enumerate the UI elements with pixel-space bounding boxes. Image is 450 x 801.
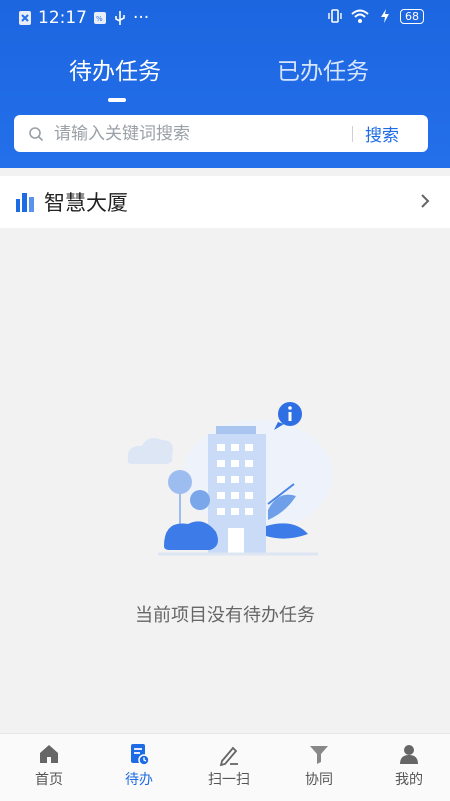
tab-completed-tasks[interactable]: 已办任务: [238, 52, 408, 86]
usb-icon: [115, 11, 125, 25]
nav-label-profile: 我的: [395, 772, 423, 788]
search-icon: [29, 126, 44, 141]
app-notification-icon: %: [94, 12, 106, 24]
collaborate-icon: [310, 746, 328, 764]
search-divider: [352, 125, 353, 142]
tab-pending-tasks[interactable]: 待办任务: [30, 52, 200, 86]
empty-state-message: 当前项目没有待办任务: [135, 605, 315, 626]
project-name: 智慧大厦: [44, 191, 128, 215]
building-icon: [16, 193, 34, 212]
vibrate-icon: [328, 9, 342, 23]
nav-label-todo: 待办: [125, 772, 153, 788]
nav-item-profile[interactable]: 我的: [364, 742, 450, 789]
search-button[interactable]: 搜索: [365, 121, 399, 146]
svg-text:%: %: [96, 15, 103, 23]
nav-item-todo[interactable]: 待办: [94, 742, 184, 789]
search-bar: 搜索: [14, 115, 428, 152]
empty-tasks-illustration: [127, 402, 333, 556]
notification-icon: [19, 11, 31, 25]
nav-label-home: 首页: [35, 772, 63, 788]
app-header: 12:17 % ··· 68 待办任务 已办任务 请输入关键词搜索 搜索: [0, 0, 450, 168]
profile-icon: [400, 745, 418, 764]
nav-label-scan: 扫一扫: [208, 772, 250, 788]
nav-item-scan[interactable]: 扫一扫: [184, 742, 274, 789]
empty-state: 当前项目没有待办任务: [0, 228, 450, 733]
status-more: ···: [133, 8, 150, 28]
status-bar: 12:17 % ··· 68: [0, 0, 450, 36]
status-time: 12:17: [38, 8, 87, 28]
project-selector[interactable]: 智慧大厦: [0, 176, 450, 228]
battery-level: 68: [400, 8, 424, 24]
wifi-icon: [351, 9, 369, 23]
scan-icon: [219, 746, 238, 766]
search-input[interactable]: [52, 122, 346, 145]
nav-label-collaborate: 协同: [305, 772, 333, 788]
chevron-right-icon: [421, 194, 430, 208]
bottom-navigation: 首页 待办 扫一扫 协同 我的: [0, 733, 450, 801]
nav-item-collaborate[interactable]: 协同: [274, 742, 364, 789]
nav-item-home[interactable]: 首页: [4, 742, 94, 789]
todo-icon: [131, 744, 150, 766]
home-icon: [40, 745, 58, 763]
charging-icon: [381, 9, 389, 23]
active-tab-indicator: [108, 98, 126, 102]
task-tabs: 待办任务 已办任务: [0, 52, 450, 112]
